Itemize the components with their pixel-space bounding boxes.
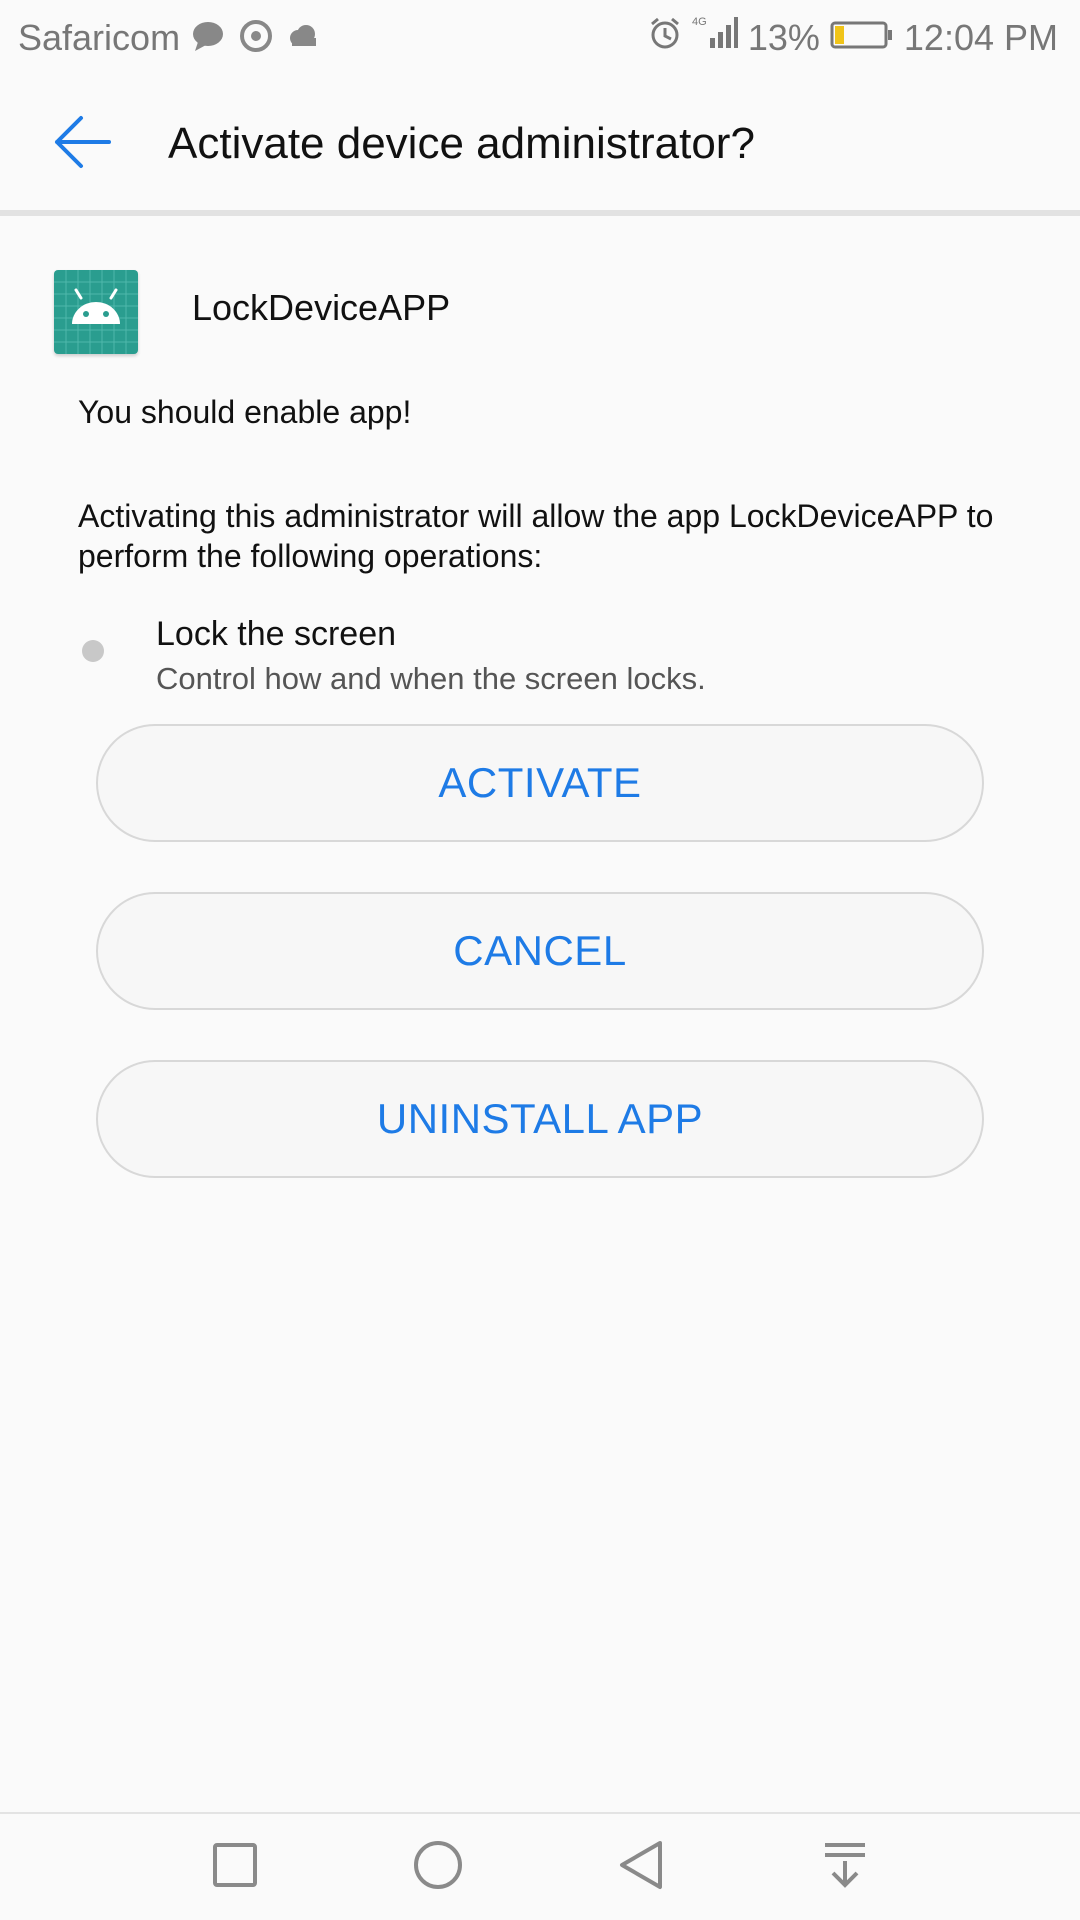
notification-pull-button[interactable] bbox=[810, 1832, 880, 1902]
notification-pull-icon bbox=[819, 1839, 871, 1896]
carrier-name: Safaricom bbox=[18, 17, 181, 58]
chrome-icon bbox=[240, 19, 272, 57]
android-icon bbox=[54, 270, 138, 354]
app-header: Activate device administrator? bbox=[0, 76, 1080, 210]
status-right: 4G 13% 12:04 PM bbox=[648, 14, 1058, 62]
arrow-left-icon bbox=[51, 111, 113, 178]
back-button[interactable] bbox=[44, 106, 120, 182]
cancel-button[interactable]: CANCEL bbox=[96, 892, 984, 1010]
signal-icon: 4G bbox=[692, 14, 738, 62]
message-icon bbox=[190, 19, 226, 58]
header-divider bbox=[0, 210, 1080, 216]
recent-apps-button[interactable] bbox=[200, 1832, 270, 1902]
uninstall-app-button[interactable]: UNINSTALL APP bbox=[96, 1060, 984, 1178]
back-nav-button[interactable] bbox=[607, 1832, 677, 1902]
policy-bullet bbox=[82, 640, 104, 662]
battery-percent: 13% bbox=[747, 17, 820, 58]
cloud-icon bbox=[286, 24, 320, 53]
clock: 12:04 PM bbox=[903, 17, 1058, 58]
description-text: Activating this administrator will allow… bbox=[78, 498, 994, 574]
page-title: Activate device administrator? bbox=[168, 119, 755, 168]
policy-description: Control how and when the screen locks. bbox=[156, 661, 706, 696]
home-button[interactable] bbox=[403, 1832, 473, 1902]
network-type: 4G bbox=[692, 16, 707, 28]
activate-button[interactable]: ACTIVATE bbox=[96, 724, 984, 842]
app-icon bbox=[54, 270, 138, 354]
app-name: LockDeviceAPP bbox=[192, 287, 451, 328]
triangle-back-icon bbox=[616, 1839, 668, 1896]
status-left-icons bbox=[190, 16, 320, 60]
battery-icon bbox=[830, 14, 894, 62]
navigation-bar bbox=[0, 1814, 1080, 1920]
policy-title: Lock the screen bbox=[156, 615, 397, 653]
circle-icon bbox=[412, 1839, 464, 1896]
square-icon bbox=[211, 1841, 259, 1894]
message-text: You should enable app! bbox=[78, 394, 412, 430]
status-bar: Safaricom 4G 13% 12:04 PM bbox=[0, 0, 1080, 76]
alarm-icon bbox=[648, 14, 682, 62]
